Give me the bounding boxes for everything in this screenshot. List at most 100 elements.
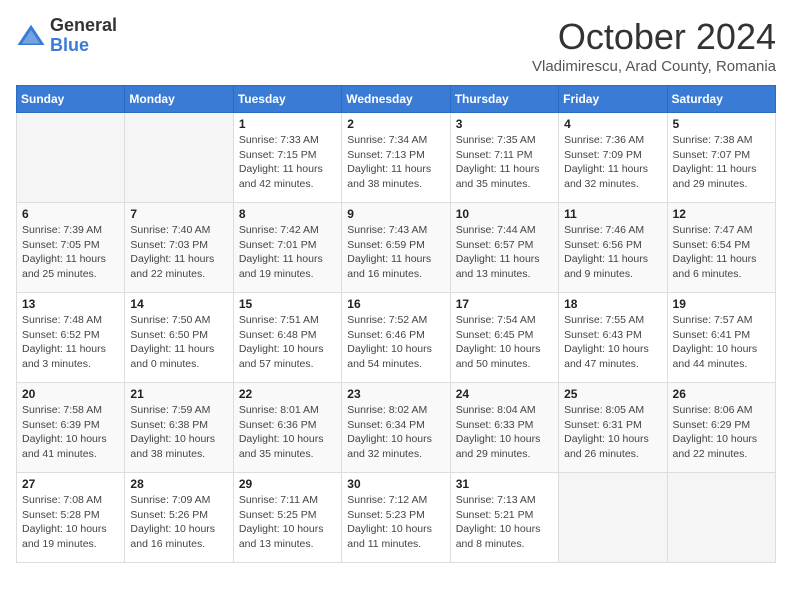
calendar-cell: 14Sunrise: 7:50 AMSunset: 6:50 PMDayligh…: [125, 293, 233, 383]
day-number: 4: [564, 117, 661, 131]
day-info: Sunrise: 7:39 AMSunset: 7:05 PMDaylight:…: [22, 223, 119, 282]
calendar-cell: 7Sunrise: 7:40 AMSunset: 7:03 PMDaylight…: [125, 203, 233, 293]
day-info: Sunrise: 8:06 AMSunset: 6:29 PMDaylight:…: [673, 403, 770, 462]
day-number: 6: [22, 207, 119, 221]
day-number: 21: [130, 387, 227, 401]
day-info: Sunrise: 7:58 AMSunset: 6:39 PMDaylight:…: [22, 403, 119, 462]
day-number: 1: [239, 117, 336, 131]
calendar-cell: 30Sunrise: 7:12 AMSunset: 5:23 PMDayligh…: [342, 473, 450, 563]
calendar-cell: 6 Sunrise: 7:39 AMSunset: 7:05 PMDaylight…: [17, 203, 125, 293]
logo-general-text: General: [50, 16, 117, 36]
calendar-week-row: 13 Sunrise: 7:48 AMSunset: 6:52 PMDayligh…: [17, 293, 776, 383]
calendar-week-row: 27Sunrise: 7:08 AMSunset: 5:28 PMDayligh…: [17, 473, 776, 563]
day-info: Sunrise: 7:47 AMSunset: 6:54 PMDaylight:…: [673, 223, 770, 282]
calendar-cell: 9Sunrise: 7:43 AMSunset: 6:59 PMDaylight…: [342, 203, 450, 293]
day-number: 18: [564, 297, 661, 311]
calendar-cell: 15 Sunrise: 7:51 AMSunset: 6:48 PMDayligh…: [233, 293, 341, 383]
calendar-cell: [17, 113, 125, 203]
page-header: General Blue October 2024 Vladimirescu, …: [16, 16, 776, 75]
day-number: 26: [673, 387, 770, 401]
day-info: Sunrise: 7:50 AMSunset: 6:50 PMDaylight:…: [130, 313, 227, 372]
day-info: Sunrise: 7:35 AMSunset: 7:11 PMDaylight:…: [456, 133, 553, 192]
day-number: 9: [347, 207, 444, 221]
calendar-cell: 23 Sunrise: 8:02 AMSunset: 6:34 PMDayligh…: [342, 383, 450, 473]
day-info: Sunrise: 7:44 AMSunset: 6:57 PMDaylight:…: [456, 223, 553, 282]
location-subtitle: Vladimirescu, Arad County, Romania: [532, 58, 776, 75]
calendar-cell: 21 Sunrise: 7:59 AMSunset: 6:38 PMDayligh…: [125, 383, 233, 473]
calendar-cell: 4Sunrise: 7:36 AMSunset: 7:09 PMDaylight…: [559, 113, 667, 203]
day-number: 5: [673, 117, 770, 131]
day-info: Sunrise: 7:46 AMSunset: 6:56 PMDaylight:…: [564, 223, 661, 282]
calendar-cell: 27Sunrise: 7:08 AMSunset: 5:28 PMDayligh…: [17, 473, 125, 563]
logo-blue-text: Blue: [50, 36, 117, 56]
day-number: 10: [456, 207, 553, 221]
calendar-cell: 18 Sunrise: 7:55 AMSunset: 6:43 PMDayligh…: [559, 293, 667, 383]
day-number: 13: [22, 297, 119, 311]
day-info: Sunrise: 7:08 AMSunset: 5:28 PMDaylight:…: [22, 493, 119, 552]
calendar-week-row: 6 Sunrise: 7:39 AMSunset: 7:05 PMDaylight…: [17, 203, 776, 293]
calendar-cell: 1 Sunrise: 7:33 AMSunset: 7:15 PMDaylight…: [233, 113, 341, 203]
day-info: Sunrise: 7:51 AMSunset: 6:48 PMDaylight:…: [239, 313, 336, 372]
calendar-cell: 26 Sunrise: 8:06 AMSunset: 6:29 PMDayligh…: [667, 383, 775, 473]
calendar-cell: 22 Sunrise: 8:01 AMSunset: 6:36 PMDayligh…: [233, 383, 341, 473]
day-info: Sunrise: 7:55 AMSunset: 6:43 PMDaylight:…: [564, 313, 661, 372]
calendar-cell: 5 Sunrise: 7:38 AMSunset: 7:07 PMDaylight…: [667, 113, 775, 203]
calendar-cell: 31Sunrise: 7:13 AMSunset: 5:21 PMDayligh…: [450, 473, 558, 563]
calendar-cell: 8Sunrise: 7:42 AMSunset: 7:01 PMDaylight…: [233, 203, 341, 293]
calendar-cell: 20 Sunrise: 7:58 AMSunset: 6:39 PMDayligh…: [17, 383, 125, 473]
calendar-cell: 3Sunrise: 7:35 AMSunset: 7:11 PMDaylight…: [450, 113, 558, 203]
day-info: Sunrise: 8:02 AMSunset: 6:34 PMDaylight:…: [347, 403, 444, 462]
day-info: Sunrise: 7:33 AMSunset: 7:15 PMDaylight:…: [239, 133, 336, 192]
calendar-header-row: SundayMondayTuesdayWednesdayThursdayFrid…: [17, 86, 776, 113]
day-number: 11: [564, 207, 661, 221]
day-info: Sunrise: 8:01 AMSunset: 6:36 PMDaylight:…: [239, 403, 336, 462]
calendar-cell: 16Sunrise: 7:52 AMSunset: 6:46 PMDayligh…: [342, 293, 450, 383]
day-info: Sunrise: 7:40 AMSunset: 7:03 PMDaylight:…: [130, 223, 227, 282]
day-info: Sunrise: 7:57 AMSunset: 6:41 PMDaylight:…: [673, 313, 770, 372]
day-number: 24: [456, 387, 553, 401]
day-info: Sunrise: 8:05 AMSunset: 6:31 PMDaylight:…: [564, 403, 661, 462]
calendar-cell: 28 Sunrise: 7:09 AMSunset: 5:26 PMDayligh…: [125, 473, 233, 563]
calendar-cell: [125, 113, 233, 203]
calendar-cell: 19 Sunrise: 7:57 AMSunset: 6:41 PMDayligh…: [667, 293, 775, 383]
logo: General Blue: [16, 16, 117, 56]
calendar-week-row: 20 Sunrise: 7:58 AMSunset: 6:39 PMDayligh…: [17, 383, 776, 473]
calendar-cell: [667, 473, 775, 563]
day-number: 29: [239, 477, 336, 491]
day-info: Sunrise: 8:04 AMSunset: 6:33 PMDaylight:…: [456, 403, 553, 462]
calendar-week-row: 1 Sunrise: 7:33 AMSunset: 7:15 PMDaylight…: [17, 113, 776, 203]
day-header-monday: Monday: [125, 86, 233, 113]
calendar-cell: 25 Sunrise: 8:05 AMSunset: 6:31 PMDayligh…: [559, 383, 667, 473]
logo-icon: [16, 21, 46, 51]
day-number: 8: [239, 207, 336, 221]
day-number: 15: [239, 297, 336, 311]
day-number: 30: [347, 477, 444, 491]
calendar-cell: 12Sunrise: 7:47 AMSunset: 6:54 PMDayligh…: [667, 203, 775, 293]
day-number: 17: [456, 297, 553, 311]
day-number: 25: [564, 387, 661, 401]
day-number: 28: [130, 477, 227, 491]
day-info: Sunrise: 7:34 AMSunset: 7:13 PMDaylight:…: [347, 133, 444, 192]
day-number: 19: [673, 297, 770, 311]
day-header-wednesday: Wednesday: [342, 86, 450, 113]
day-header-sunday: Sunday: [17, 86, 125, 113]
calendar-table: SundayMondayTuesdayWednesdayThursdayFrid…: [16, 85, 776, 563]
day-header-thursday: Thursday: [450, 86, 558, 113]
calendar-cell: 17 Sunrise: 7:54 AMSunset: 6:45 PMDayligh…: [450, 293, 558, 383]
calendar-cell: 29 Sunrise: 7:11 AMSunset: 5:25 PMDayligh…: [233, 473, 341, 563]
day-number: 23: [347, 387, 444, 401]
day-number: 31: [456, 477, 553, 491]
day-info: Sunrise: 7:38 AMSunset: 7:07 PMDaylight:…: [673, 133, 770, 192]
calendar-cell: 24 Sunrise: 8:04 AMSunset: 6:33 PMDayligh…: [450, 383, 558, 473]
day-header-saturday: Saturday: [667, 86, 775, 113]
day-info: Sunrise: 7:48 AMSunset: 6:52 PMDaylight:…: [22, 313, 119, 372]
day-number: 16: [347, 297, 444, 311]
day-number: 22: [239, 387, 336, 401]
day-info: Sunrise: 7:11 AMSunset: 5:25 PMDaylight:…: [239, 493, 336, 552]
day-info: Sunrise: 7:59 AMSunset: 6:38 PMDaylight:…: [130, 403, 227, 462]
day-info: Sunrise: 7:54 AMSunset: 6:45 PMDaylight:…: [456, 313, 553, 372]
calendar-cell: 10 Sunrise: 7:44 AMSunset: 6:57 PMDayligh…: [450, 203, 558, 293]
day-info: Sunrise: 7:09 AMSunset: 5:26 PMDaylight:…: [130, 493, 227, 552]
day-number: 20: [22, 387, 119, 401]
day-number: 2: [347, 117, 444, 131]
